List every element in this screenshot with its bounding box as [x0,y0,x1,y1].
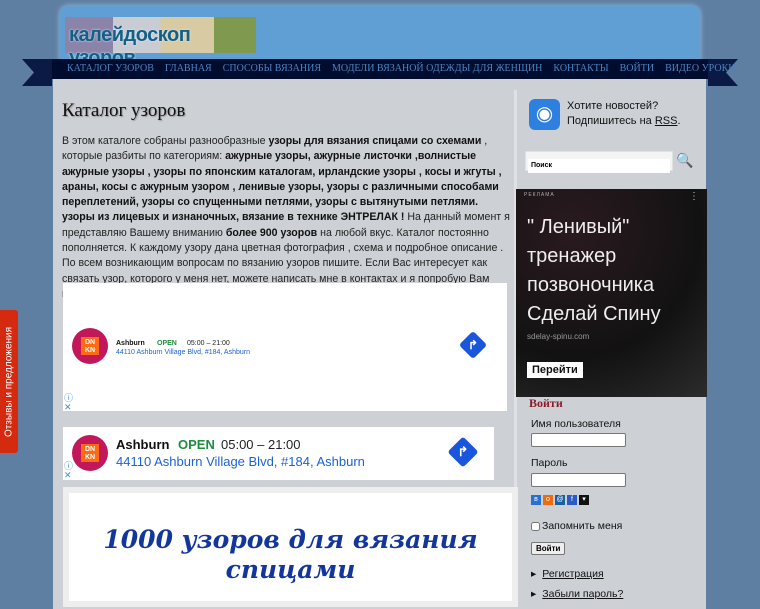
login-button[interactable]: Войти [531,542,566,555]
nav-video[interactable]: ВИДЕО УРОКИ [665,63,735,74]
rss-icon[interactable]: ◉ [529,99,560,130]
register-link[interactable]: Регистрация [542,568,603,580]
logo-text: DN KN [81,337,99,355]
intro-text: В этом каталоге собраны разнообразные [62,135,269,147]
ribbon-left [22,59,52,86]
nav-login[interactable]: ВОЙТИ [620,63,654,74]
more-options-icon[interactable]: ⋮ [689,191,699,202]
banner-text: 1000 узоров для вязания спицами [69,493,512,601]
remember-label: Запомнить меня [542,520,623,532]
dunkin-logo: DN KN [72,435,108,471]
remember-me[interactable]: Запомнить меня [531,520,622,532]
search-icon[interactable]: 🔍 [676,152,693,169]
social-login: в о @ f ▾ [531,495,589,505]
password-input[interactable] [531,473,626,487]
nav-contacts[interactable]: КОНТАКТЫ [553,63,608,74]
page-title: Каталог узоров [62,100,186,121]
ad-city: Ashburn [116,437,170,452]
rss-line2: Подпишитесь на [567,115,655,127]
logo-text: DN KN [81,444,99,462]
rss-link[interactable]: RSS [655,115,678,127]
nav-methods[interactable]: СПОСОБЫ ВЯЗАНИЯ [223,63,321,74]
ad-headline: " Ленивый" тренажер позвоночника Сделай … [527,216,661,325]
directions-icon[interactable]: ↱ [447,436,479,468]
adchoices-icon[interactable]: ⓘ ✕ [64,462,73,480]
mailru-icon[interactable]: @ [555,495,565,505]
rss-subscribe: Хотите новостей? Подпишитесь на RSS. [567,99,681,129]
ad-status: OPEN [157,340,177,347]
more-icon[interactable]: ▾ [579,495,589,505]
intro-bold-text: более 900 узоров [225,226,318,239]
promo-banner[interactable]: 1000 узоров для вязания спицами [63,487,518,607]
intro-bold-text: узоры для вязания спицами со схемами [268,135,482,147]
login-title: Войти [529,396,563,410]
username-input[interactable] [531,433,626,447]
ad-status: OPEN [178,437,215,452]
ad-label: РЕКЛАМА [524,192,555,198]
intro-paragraph: В этом каталоге собраны разнообразные уз… [62,134,512,302]
feedback-label: Отзывы и предложения [3,326,15,437]
dunkin-logo: DN KN [72,328,108,364]
remember-checkbox[interactable] [531,521,540,531]
ad-address[interactable]: 44110 Ashburn Village Blvd, #184, Ashbur… [116,349,250,356]
search-box [525,151,673,173]
feedback-tab[interactable]: Отзывы и предложения [0,310,18,453]
ad-hours: 05:00 – 21:00 [221,437,301,452]
vk-icon[interactable]: в [531,495,541,505]
main-content: Каталог узоров В этом каталоге собраны р… [62,100,512,302]
map-ad-small[interactable]: DN KN Ashburn OPEN 05:00 – 21:00 44110 A… [63,427,494,480]
nav-home[interactable]: ГЛАВНАЯ [165,63,212,74]
directions-icon[interactable]: ↱ [458,330,488,360]
map-ad-large[interactable]: DN KN Ashburn OPEN 05:00 – 21:00 44110 A… [63,283,507,412]
rss-end: . [677,115,681,127]
adchoices-icon[interactable]: ⓘ ✕ [64,394,73,412]
nav-models[interactable]: МОДЕЛИ ВЯЗАНОЙ ОДЕЖДЫ ДЛЯ ЖЕНЩИН [332,63,542,74]
username-label: Имя пользователя [531,418,621,430]
ad-city: Ashburn [116,340,145,347]
ad-url: sdelay-spinu.com [527,332,590,341]
main-nav: КАТАЛОГ УЗОРОВ ГЛАВНАЯ СПОСОБЫ ВЯЗАНИЯ М… [22,59,738,86]
facebook-icon[interactable]: f [567,495,577,505]
odnoklassniki-icon[interactable]: о [543,495,553,505]
rss-line1: Хотите новостей? [567,100,659,112]
forgot-item: ▸ Забыли пароль? [531,588,624,600]
ad-go-button[interactable]: Перейти [527,362,583,378]
ad-hours: 05:00 – 21:00 [187,340,230,347]
search-input[interactable] [528,158,670,173]
sidebar-ad[interactable]: РЕКЛАМА ⋮ " Ленивый" тренажер позвоночни… [516,189,707,397]
forgot-password-link[interactable]: Забыли пароль? [542,588,623,600]
site-header: калейдоскоп узоров [60,6,700,69]
ad-address[interactable]: 44110 Ashburn Village Blvd, #184, Ashbur… [116,454,365,469]
nav-catalog[interactable]: КАТАЛОГ УЗОРОВ [67,63,154,74]
site-logo[interactable]: калейдоскоп узоров [65,17,256,69]
register-item: ▸ Регистрация [531,568,604,580]
password-label: Пароль [531,457,568,469]
